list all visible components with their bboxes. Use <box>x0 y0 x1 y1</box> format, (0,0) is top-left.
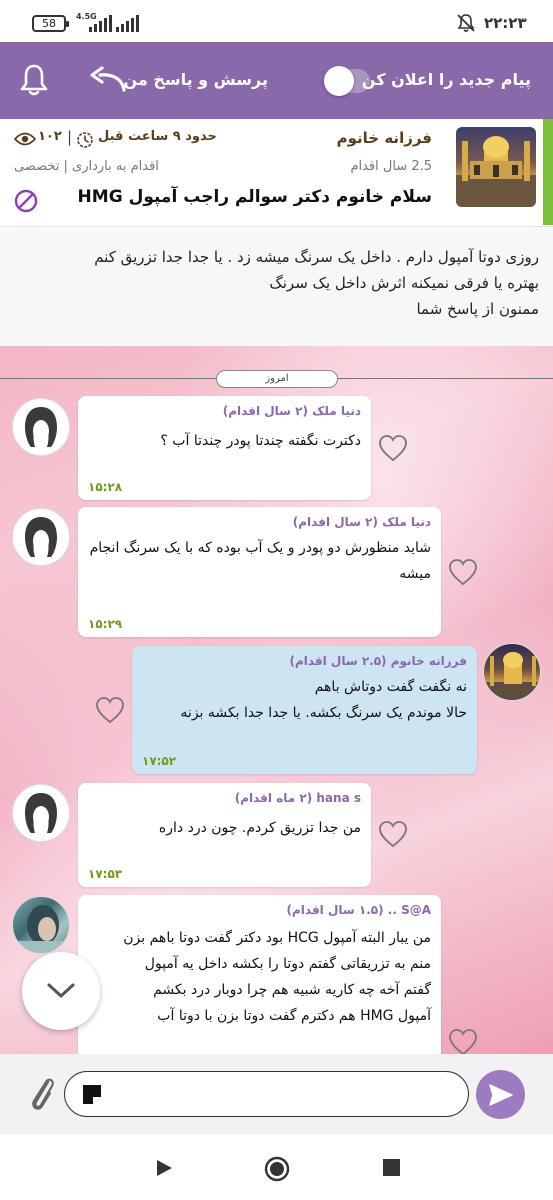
question-title: سلام خانوم دکتر سوالم راجب آمپول HMG <box>77 187 432 207</box>
question-body-line: ممنون از پاسخ شما <box>416 300 539 318</box>
avatar[interactable] <box>12 508 70 566</box>
time-ago: حدود ۹ ساعت قبل <box>98 129 217 144</box>
message-time: ۱۷:۵۳ <box>88 867 123 881</box>
chat-message[interactable]: دنیا ملک (۲ سال اقدام) شاید منظورش دو پو… <box>78 507 441 637</box>
signal-icon-2 <box>116 14 139 32</box>
question-body-line: روزی دوتا آمپول دارم . داخل یک سرنگ میشه… <box>94 248 539 266</box>
like-heart-icon[interactable] <box>378 434 408 462</box>
message-time: ۱۷:۵۲ <box>142 754 177 768</box>
avatar[interactable] <box>483 643 541 701</box>
sticker-icon[interactable] <box>80 1083 104 1105</box>
avatar[interactable] <box>12 896 70 954</box>
view-count: ۱۰۲ <box>38 129 62 144</box>
message-sender[interactable]: S@A .. (۱.۵ سال اقدام) <box>88 903 432 917</box>
chat-message-own[interactable]: فرزانه خانوم (۲.۵ سال اقدام) نه نگفت گفت… <box>132 646 477 774</box>
chat-message[interactable]: دنیا ملک (۲ سال اقدام) دکترت نگفته چندتا… <box>78 396 371 500</box>
message-time: ۱۵:۲۸ <box>88 480 123 494</box>
status-bar: 58 4.5G ۲۲:۲۳ <box>0 0 553 42</box>
nav-play-icon[interactable] <box>154 1158 174 1178</box>
chat-message[interactable]: hana s (۲ ماه اقدام) من جدا تزریق کردم. … <box>78 783 371 887</box>
question-body: روزی دوتا آمپول دارم . داخل یک سرنگ میشه… <box>0 228 553 346</box>
message-text: دکترت نگفته چندتا پودر چندتا آب ؟ <box>160 433 361 449</box>
message-text: من یبار البته آمپول HCG بود دکتر گفت دوت… <box>123 930 431 1024</box>
author-meta: 2.5 سال اقدام <box>350 159 432 174</box>
app-toolbar: پرسش و پاسخ من پیام جدید را اعلان کن <box>0 42 553 119</box>
separator: | <box>67 128 73 146</box>
signal-icon <box>89 14 112 32</box>
question-body-line: بهتره یا فرقی نمیکنه اثرش داخل یک سرنگ <box>269 274 539 292</box>
like-heart-icon[interactable] <box>448 1028 478 1054</box>
message-time: ۱۵:۲۹ <box>88 617 123 631</box>
attach-icon[interactable] <box>26 1072 56 1112</box>
notify-label: پیام جدید را اعلان کن <box>361 70 531 89</box>
toolbar-title: پرسش و پاسخ من <box>123 70 268 89</box>
mute-icon <box>457 14 475 32</box>
chat-area[interactable]: امروز دنیا ملک (۲ سال اقدام) دکترت نگفته… <box>0 346 553 1054</box>
message-text: نه نگفت گفت دوتاش باهم حالا موندم یک سرن… <box>180 679 467 721</box>
toggle-knob <box>324 66 354 96</box>
nav-recents-icon[interactable] <box>383 1159 400 1176</box>
message-input-bar <box>0 1054 553 1134</box>
question-header: فرزانه خانوم 2.5 سال اقدام حدود ۹ ساعت ق… <box>0 119 553 227</box>
back-arrow-icon[interactable] <box>86 66 128 94</box>
accent-bar <box>543 119 553 225</box>
message-sender[interactable]: فرزانه خانوم (۲.۵ سال اقدام) <box>142 654 467 668</box>
chat-message[interactable]: S@A .. (۱.۵ سال اقدام) من یبار البته آمپ… <box>78 895 441 1054</box>
battery-indicator: 58 <box>32 15 69 32</box>
nav-home-icon[interactable] <box>263 1155 291 1183</box>
status-time: ۲۲:۲۳ <box>484 14 527 32</box>
eye-icon <box>14 132 36 146</box>
author-name[interactable]: فرزانه خانوم <box>337 129 432 147</box>
bell-icon[interactable] <box>18 62 50 98</box>
system-nav-bar <box>0 1134 553 1200</box>
block-icon[interactable] <box>14 189 38 213</box>
author-avatar[interactable] <box>456 127 536 207</box>
message-text: شاید منظورش دو پودر و یک آب بوده که با ی… <box>89 540 431 582</box>
avatar[interactable] <box>12 784 70 842</box>
message-sender[interactable]: hana s (۲ ماه اقدام) <box>88 791 361 805</box>
question-category: اقدام به بارداری | تخصصی <box>14 159 159 174</box>
day-label: امروز <box>216 370 338 388</box>
send-button[interactable] <box>476 1070 525 1119</box>
like-heart-icon[interactable] <box>95 696 125 724</box>
message-sender[interactable]: دنیا ملک (۲ سال اقدام) <box>88 515 431 529</box>
message-text: من جدا تزریق کردم. چون درد داره <box>158 820 361 836</box>
clock-icon <box>77 132 93 148</box>
send-icon <box>488 1083 513 1106</box>
chevron-down-icon <box>47 983 75 998</box>
message-input[interactable] <box>64 1071 469 1117</box>
like-heart-icon[interactable] <box>378 820 408 848</box>
scroll-down-button[interactable] <box>22 952 100 1030</box>
message-sender[interactable]: دنیا ملک (۲ سال اقدام) <box>88 404 361 418</box>
like-heart-icon[interactable] <box>448 558 478 586</box>
avatar[interactable] <box>12 398 70 456</box>
